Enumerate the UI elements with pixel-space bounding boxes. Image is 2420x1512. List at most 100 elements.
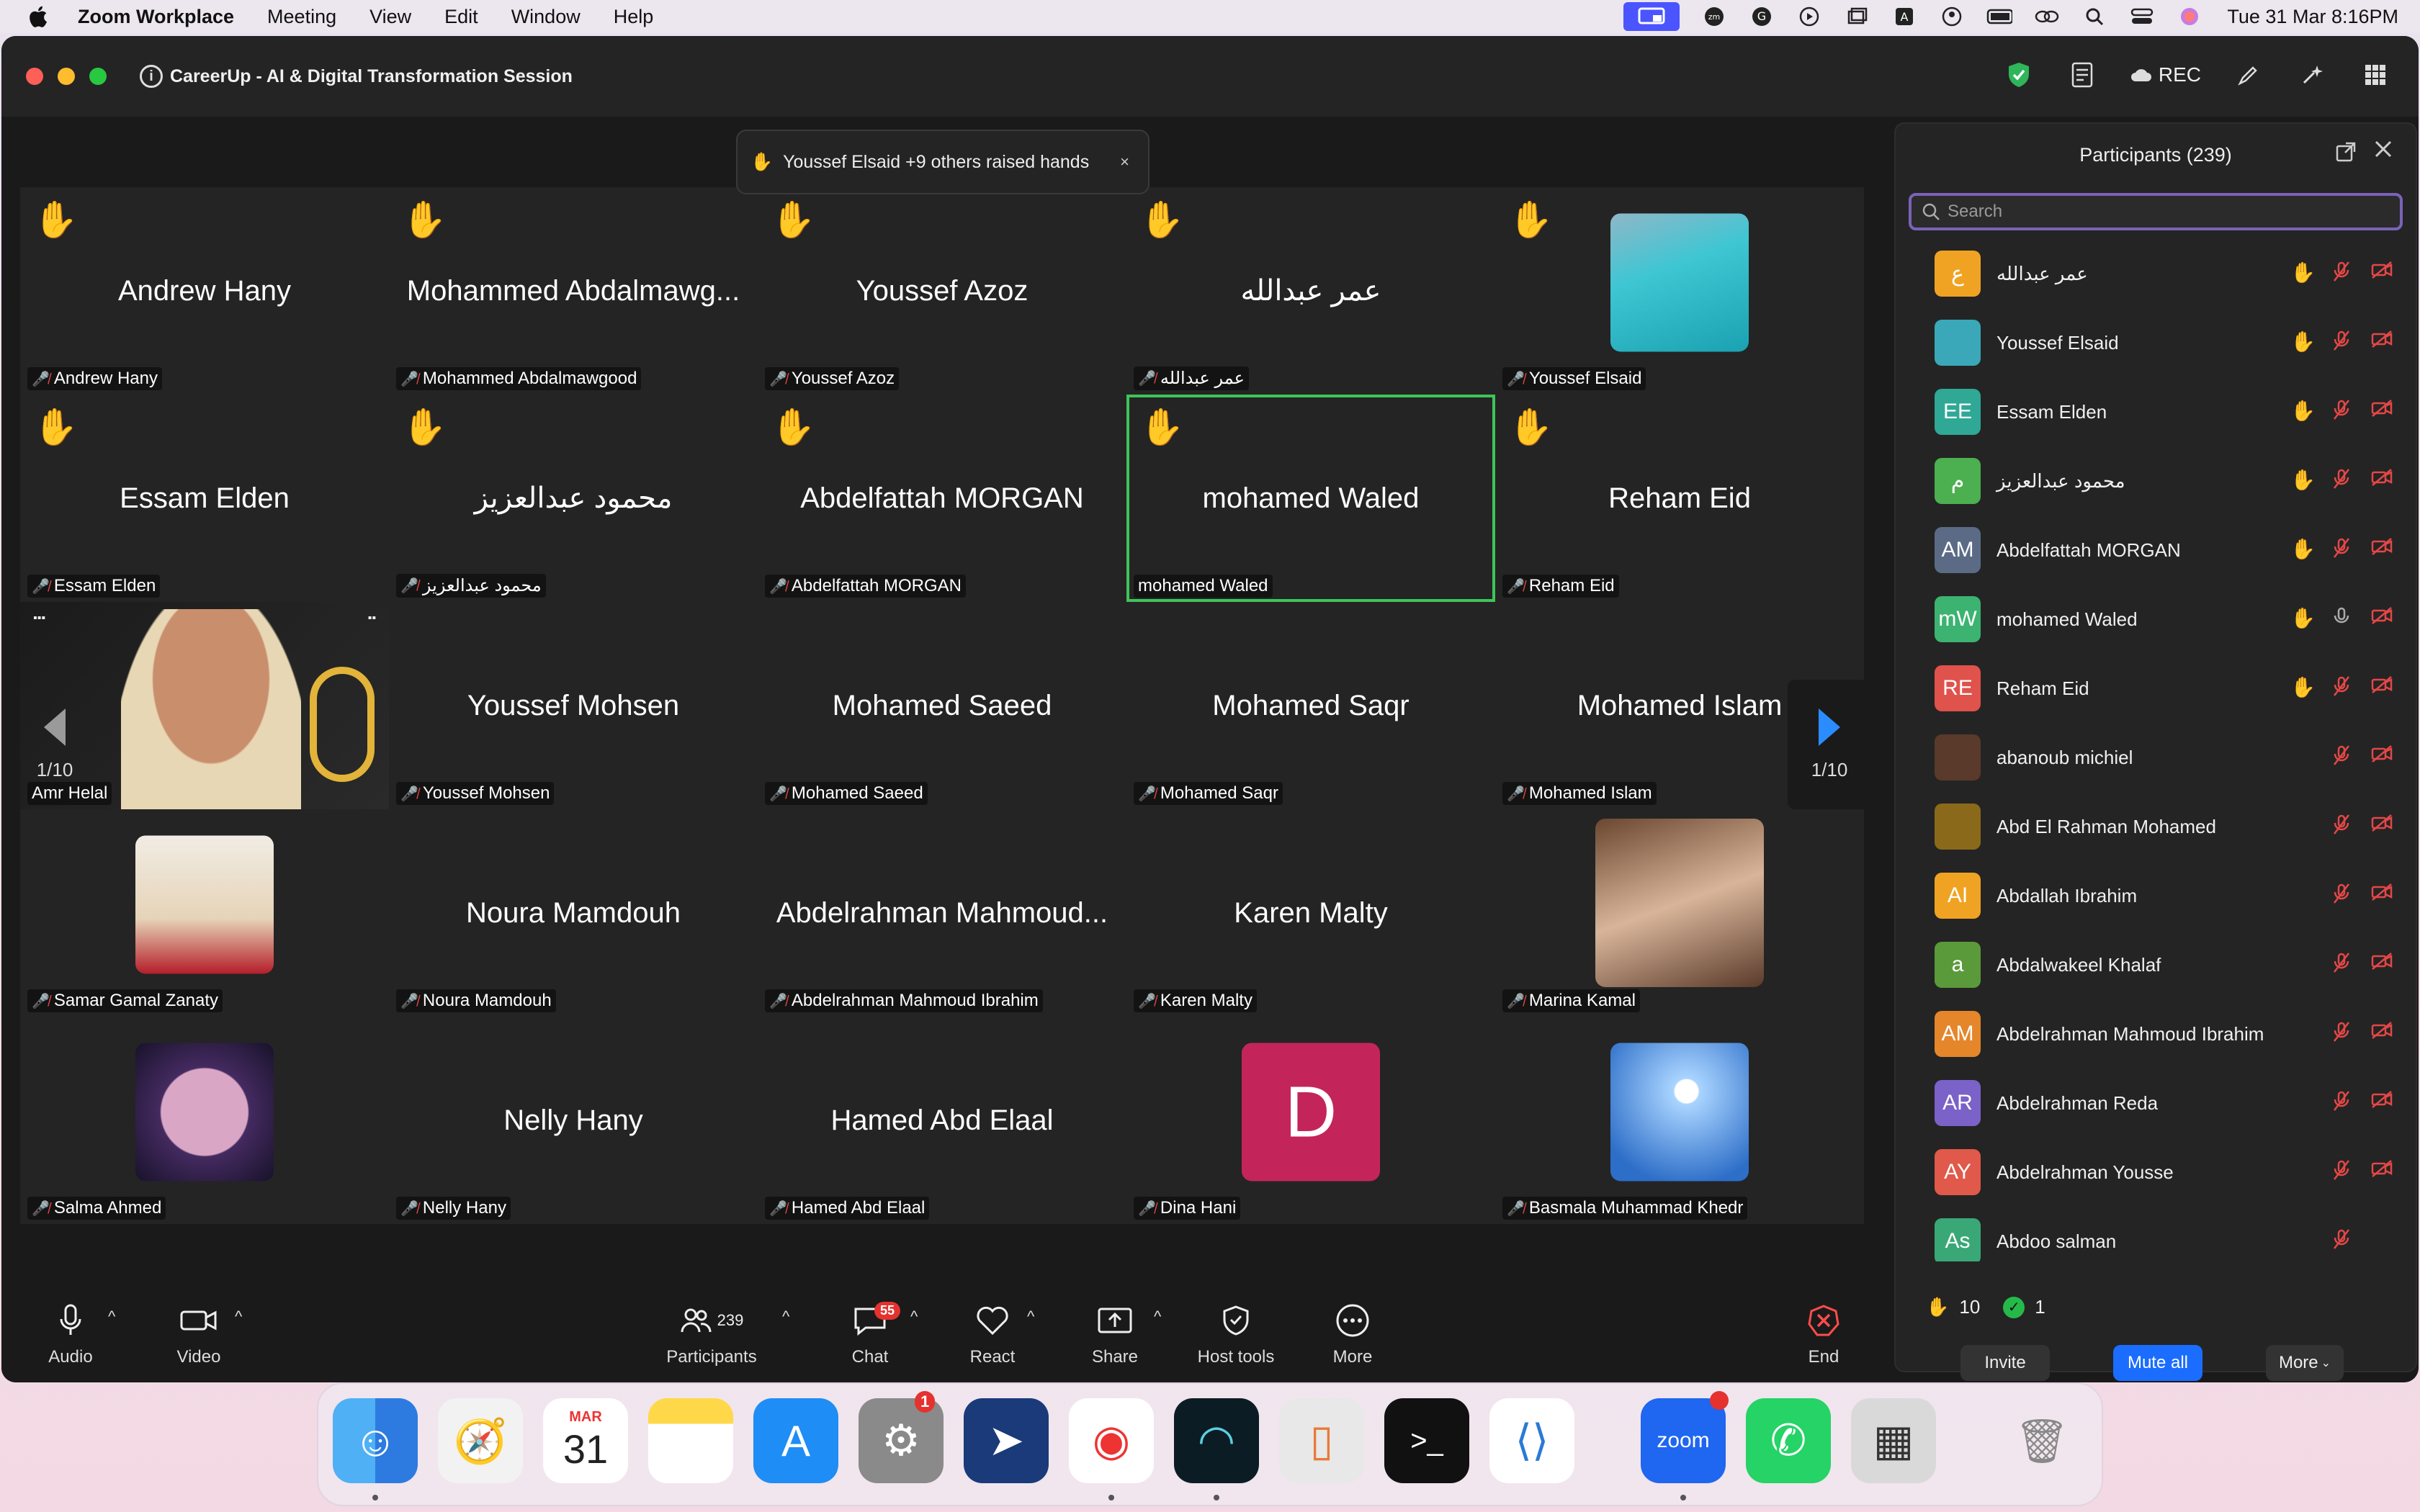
muted-mic-icon[interactable] — [2331, 952, 2352, 978]
participant-video-tile[interactable]: Youssef Mohsen 🎤̸ Youssef Mohsen — [389, 602, 758, 809]
input-source-icon[interactable]: A — [1891, 6, 1917, 27]
cloud-recording-indicator[interactable]: REC — [2130, 63, 2201, 86]
video-off-icon[interactable] — [2371, 883, 2393, 909]
end-meeting-button[interactable]: End — [1766, 1286, 1881, 1382]
menu-meeting[interactable]: Meeting — [267, 6, 336, 28]
muted-mic-icon[interactable] — [2331, 744, 2352, 771]
chat-button[interactable]: Chat — [812, 1286, 928, 1382]
menu-view[interactable]: View — [369, 6, 411, 28]
telegram-like-icon[interactable]: ➤ — [964, 1398, 1049, 1483]
chat-options-chevron-icon[interactable]: ^ — [910, 1308, 918, 1326]
close-panel-icon[interactable] — [2372, 138, 2394, 166]
menubar-clock[interactable]: Tue 31 Mar 8:16PM — [2227, 6, 2398, 28]
menu-help[interactable]: Help — [614, 6, 654, 28]
participant-video-tile[interactable]: Nelly Hany 🎤̸ Nelly Hany — [389, 1017, 758, 1224]
more-button[interactable]: More — [1295, 1286, 1410, 1382]
video-button[interactable]: Video — [141, 1286, 256, 1382]
zoom-share-status-icon[interactable] — [1623, 2, 1680, 31]
zoom-app-icon[interactable]: zoom — [1641, 1398, 1726, 1483]
mute-all-button[interactable]: Mute all — [2113, 1345, 2202, 1381]
participant-video-tile[interactable]: mohamed Waled ✋ mohamed Waled — [1126, 395, 1495, 602]
participant-list-item[interactable]: م محمود عبدالعزيز ✋ — [1896, 446, 2416, 516]
participant-video-tile[interactable]: Youssef Azoz ✋ 🎤̸ Youssef Azoz — [758, 187, 1126, 395]
participant-video-tile[interactable]: 🎤̸ Salma Ahmed — [20, 1017, 389, 1224]
video-off-icon[interactable] — [2371, 952, 2393, 978]
menu-app-name[interactable]: Zoom Workplace — [78, 6, 234, 28]
muted-mic-icon[interactable] — [2331, 883, 2352, 909]
ai-companion-icon[interactable] — [2296, 59, 2328, 91]
participant-list[interactable]: ع عمر عبدالله ✋ Youssef Elsaid ✋ EE Essam Elde… — [1896, 239, 2416, 1261]
grammarly-icon[interactable]: G — [1749, 6, 1775, 27]
participant-list-item[interactable]: AI Abdallah Ibrahim — [1896, 861, 2416, 930]
app-wave-icon[interactable]: ◠ — [1174, 1398, 1259, 1483]
video-off-icon[interactable] — [2371, 606, 2393, 633]
video-off-icon[interactable] — [2371, 399, 2393, 426]
participant-video-tile[interactable]: Andrew Hany ✋ 🎤̸ Andrew Hany — [20, 187, 389, 395]
apple-icon[interactable] — [29, 4, 50, 29]
participant-list-item[interactable]: Abd El Rahman Mohamed — [1896, 792, 2416, 861]
react-button[interactable]: React — [935, 1286, 1050, 1382]
participant-list-item[interactable]: ع عمر عبدالله ✋ — [1896, 239, 2416, 308]
minimize-window-button[interactable] — [58, 68, 75, 85]
menu-window[interactable]: Window — [511, 6, 581, 28]
video-off-icon[interactable] — [2371, 537, 2393, 564]
previous-page-button[interactable]: 1/10 — [13, 680, 97, 809]
participant-video-tile[interactable]: D 🎤̸ Dina Hani — [1126, 1017, 1495, 1224]
participant-list-item[interactable]: As Abdoo salman — [1896, 1207, 2416, 1261]
play-icon[interactable] — [1796, 6, 1822, 27]
participant-search-input[interactable]: Search — [1909, 193, 2403, 230]
chrome-icon[interactable]: ◉ — [1069, 1398, 1154, 1483]
muted-mic-icon[interactable] — [2331, 1090, 2352, 1117]
whatsapp-icon[interactable]: ✆ — [1746, 1398, 1831, 1483]
link-icon[interactable] — [2034, 6, 2060, 27]
host-tools-button[interactable]: Host tools — [1178, 1286, 1294, 1382]
more-options-button[interactable]: More ⌄ — [2266, 1345, 2344, 1381]
participant-video-tile[interactable]: محمود عبدالعزيز ✋ 🎤̸ محمود عبدالعزيز — [389, 395, 758, 602]
muted-mic-icon[interactable] — [2331, 261, 2352, 287]
audio-button[interactable]: Audio — [13, 1286, 128, 1382]
finder-icon[interactable]: ☺ — [333, 1398, 418, 1483]
video-off-icon[interactable] — [2371, 1090, 2393, 1117]
participant-list-item[interactable]: AM Abdelfattah MORGAN ✋ — [1896, 516, 2416, 585]
invite-button[interactable]: Invite — [1960, 1345, 2050, 1381]
safari-icon[interactable]: 🧭 — [438, 1398, 523, 1483]
video-off-icon[interactable] — [2371, 330, 2393, 356]
close-notification-button[interactable]: × — [1120, 153, 1129, 171]
participant-video-tile[interactable]: Hamed Abd Elaal 🎤̸ Hamed Abd Elaal — [758, 1017, 1126, 1224]
react-options-chevron-icon[interactable]: ^ — [1027, 1308, 1034, 1326]
muted-mic-icon[interactable] — [2331, 814, 2352, 840]
notes-app-icon[interactable] — [648, 1398, 733, 1483]
video-off-icon[interactable] — [2371, 744, 2393, 771]
muted-mic-icon[interactable] — [2331, 1228, 2352, 1255]
zm-icon[interactable]: zm — [1701, 6, 1727, 27]
participant-list-item[interactable]: AY Abdelrahman Yousse — [1896, 1138, 2416, 1207]
terminal-icon[interactable]: >_ — [1384, 1398, 1469, 1483]
close-window-button[interactable] — [26, 68, 43, 85]
notes-icon[interactable] — [2066, 59, 2098, 91]
participant-list-item[interactable]: RE Reham Eid ✋ — [1896, 654, 2416, 723]
next-page-button[interactable]: 1/10 — [1788, 680, 1871, 809]
raised-hands-notification[interactable]: ✋ Youssef Elsaid +9 others raised hands … — [736, 130, 1150, 194]
video-off-icon[interactable] — [2371, 814, 2393, 840]
apps-grid-icon[interactable] — [2360, 59, 2391, 91]
popout-icon[interactable] — [2335, 141, 2357, 168]
participant-video-tile[interactable]: Noura Mamdouh 🎤̸ Noura Mamdouh — [389, 809, 758, 1017]
muted-mic-icon[interactable] — [2331, 537, 2352, 564]
video-options-chevron-icon[interactable]: ^ — [235, 1308, 242, 1326]
spotlight-search-icon[interactable] — [2081, 6, 2107, 27]
battery-icon[interactable] — [1986, 6, 2013, 27]
vscode-icon[interactable]: ⟨⟩ — [1489, 1398, 1574, 1483]
control-center-icon[interactable] — [2129, 6, 2155, 27]
menu-edit[interactable]: Edit — [444, 6, 478, 28]
video-off-icon[interactable] — [2371, 1228, 2393, 1255]
audio-options-chevron-icon[interactable]: ^ — [108, 1308, 115, 1326]
app-store-icon[interactable]: A — [753, 1398, 838, 1483]
participant-video-tile[interactable]: عمر عبدالله ✋ 🎤̸ عمر عبدالله — [1126, 187, 1495, 395]
participant-video-tile[interactable]: Mohamed Saeed 🎤̸ Mohamed Saeed — [758, 602, 1126, 809]
calculator-icon[interactable]: ▦ — [1851, 1398, 1936, 1483]
user-icon[interactable] — [1939, 6, 1965, 27]
participants-button[interactable]: 239 Participants — [654, 1286, 769, 1382]
participant-list-item[interactable]: Youssef Elsaid ✋ — [1896, 308, 2416, 377]
participant-list-item[interactable]: AR Abdelrahman Reda — [1896, 1068, 2416, 1138]
video-off-icon[interactable] — [2371, 468, 2393, 495]
